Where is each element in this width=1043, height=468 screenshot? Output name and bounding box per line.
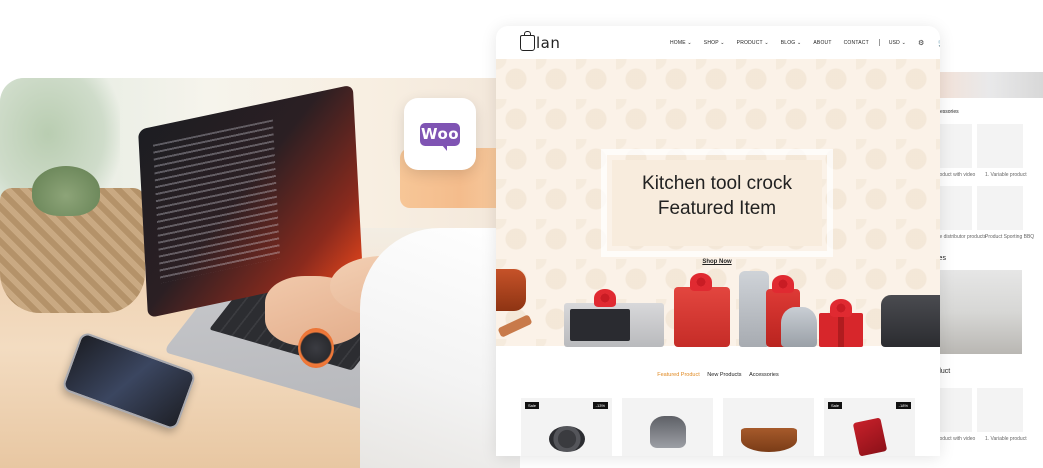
side-product-thumb[interactable]	[977, 186, 1023, 230]
tab-featured-product[interactable]: Featured Product	[657, 372, 700, 378]
chevron-down-icon: ⌄	[764, 39, 769, 46]
chevron-down-icon: ⌄	[720, 39, 725, 46]
shop-now-link[interactable]: Shop Now	[601, 259, 833, 265]
hero-title: Kitchen tool crock Featured Item	[601, 171, 833, 221]
product-card[interactable]: Sale -18%	[824, 398, 915, 456]
side-product-thumb[interactable]	[938, 124, 972, 168]
store-header: lan HOME ⌄ SHOP ⌄ PRODUCT ⌄ BLOG ⌄ ABOUT…	[496, 26, 940, 59]
cactus-plant	[32, 166, 100, 216]
tab-new-products[interactable]: New Products	[707, 372, 741, 378]
logo-text: lan	[536, 34, 561, 52]
gear-icon[interactable]: ⚙	[918, 39, 924, 47]
nav-item-home[interactable]: HOME ⌄	[670, 40, 692, 46]
gift-bow	[772, 275, 794, 293]
side-caption: product with video	[935, 172, 976, 178]
store-logo[interactable]: lan	[520, 31, 561, 54]
currency-label: USD	[888, 39, 900, 46]
nav-item-shop[interactable]: SHOP ⌄	[704, 40, 725, 46]
sale-badge: Sale	[828, 402, 843, 409]
juicer-image	[649, 416, 686, 448]
microwave-door	[570, 309, 630, 341]
chevron-down-icon: ⌄	[901, 39, 906, 46]
gift-bow	[830, 299, 852, 317]
product-card[interactable]	[622, 398, 713, 456]
nav-label: PRODUCT	[736, 39, 763, 46]
discount-badge: -18%	[895, 402, 911, 409]
wristwatch	[298, 328, 334, 368]
discount-badge: -13%	[592, 402, 608, 409]
product-card[interactable]: Sale -13%	[521, 398, 612, 456]
gift-bow	[594, 289, 616, 307]
meat-grinder	[881, 295, 940, 347]
wooden-bowl-image	[740, 428, 797, 452]
nav-item-contact[interactable]: CONTACT	[844, 40, 869, 46]
coffee-machine	[674, 273, 730, 347]
side-product-thumb[interactable]	[938, 186, 972, 230]
product-grid: Sale -13% Sale -18%	[521, 398, 916, 456]
nav-item-about[interactable]: ABOUT	[813, 40, 831, 46]
side-caption: 1. Variable product	[985, 172, 1027, 178]
code-text	[152, 119, 281, 284]
sale-badge: Sale	[525, 402, 540, 409]
nav-item-product[interactable]: PRODUCT ⌄	[737, 40, 769, 46]
side-product-thumb[interactable]	[938, 388, 972, 432]
side-banner	[935, 72, 1043, 98]
currency-select[interactable]: USD ⌄	[889, 40, 906, 46]
microwave	[564, 289, 664, 347]
woocommerce-badge: Woo	[404, 98, 476, 170]
cooking-pan	[496, 269, 526, 311]
tab-accessories[interactable]: Accessories	[749, 372, 779, 378]
pan-set-image	[548, 426, 585, 452]
shopping-bag-icon	[520, 31, 535, 51]
gift-box	[819, 299, 863, 347]
woo-logo-text: Woo	[420, 125, 460, 143]
knife-block-image	[852, 417, 887, 456]
hero-banner: Kitchen tool crock Featured Item Shop No…	[496, 59, 940, 347]
gift-bow	[690, 273, 712, 291]
side-caption: Product Sporting BBQ	[985, 234, 1035, 240]
side-caption: 1. Variable product	[985, 436, 1027, 442]
blender	[739, 271, 769, 347]
nav-divider	[878, 39, 880, 46]
product-card[interactable]	[723, 398, 814, 456]
nav-label: BLOG	[780, 39, 796, 46]
product-tabs: Featured Product New Products Accessorie…	[496, 372, 940, 378]
side-kitchen-photo	[938, 270, 1022, 354]
nav-item-blog[interactable]: BLOG ⌄	[781, 40, 802, 46]
chevron-down-icon: ⌄	[797, 39, 802, 46]
secondary-screenshot: ccessories product with video 1. Variabl…	[935, 68, 1043, 453]
main-nav: HOME ⌄ SHOP ⌄ PRODUCT ⌄ BLOG ⌄ ABOUT CON…	[670, 26, 940, 59]
nav-label: HOME	[670, 39, 686, 46]
side-product-thumb[interactable]	[977, 124, 1023, 168]
hero-title-line2: Featured Item	[657, 198, 777, 219]
side-caption: ere distributor products	[935, 234, 987, 240]
side-product-thumb[interactable]	[977, 388, 1023, 432]
chevron-down-icon: ⌄	[687, 39, 692, 46]
electric-kettle	[781, 307, 817, 347]
nav-label: SHOP	[703, 39, 719, 46]
woocommerce-logo-icon: Woo	[420, 122, 460, 151]
hero-title-line1: Kitchen tool crock	[642, 173, 792, 194]
spatula	[497, 314, 533, 338]
cart-icon[interactable]: 🛒	[938, 39, 940, 47]
store-homepage: lan HOME ⌄ SHOP ⌄ PRODUCT ⌄ BLOG ⌄ ABOUT…	[496, 26, 940, 456]
side-caption: product with video	[935, 436, 976, 442]
